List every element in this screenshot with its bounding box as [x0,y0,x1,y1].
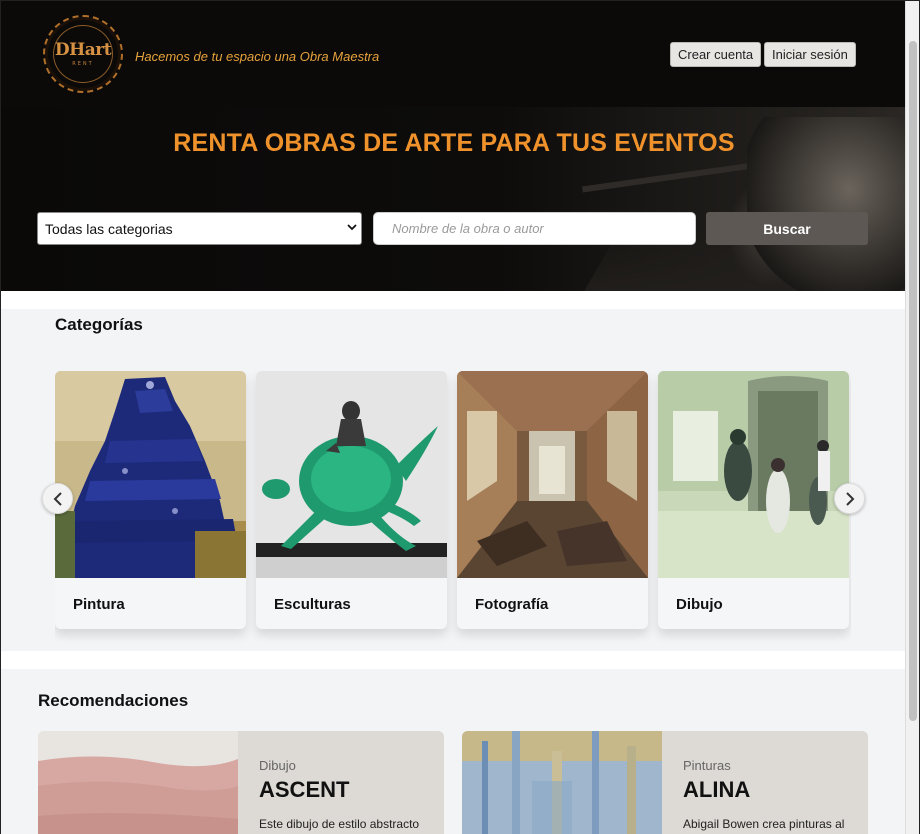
logo-subtext: RENT [72,60,94,67]
drawing-image [658,371,849,578]
categories-title: Categorías [55,315,143,334]
recommendation-card-ascent[interactable]: Dibujo ASCENT Este dibujo de estilo abst… [38,731,444,834]
category-label: Dibujo [676,596,723,613]
search-button[interactable]: Buscar [706,212,868,245]
photograph-image [457,371,648,578]
recommendation-card-alina[interactable]: Pinturas ALINA Abigail Bowen crea pintur… [462,731,868,834]
category-card-fotografia[interactable]: Fotografía [457,371,648,629]
logo-text: DHart [54,39,112,60]
artwork-name: ALINA [683,777,751,802]
artwork-image [462,731,662,834]
login-button[interactable]: Iniciar sesión [764,42,856,67]
categories-carousel: Pintura Esculturas Fotografía Dibujo [55,371,851,651]
artwork-category: Dibujo [259,758,296,773]
create-account-button[interactable]: Crear cuenta [670,42,762,67]
category-card-pintura[interactable]: Pintura [55,371,246,629]
top-header: DHart RENT Hacemos de tu espacio una Obr… [1,1,907,107]
artwork-name: ASCENT [259,777,350,802]
tagline: Hacemos de tu espacio una Obra Maestra [135,49,380,64]
hero-banner: RENTA OBRAS DE ARTE PARA TUS EVENTOS Tod… [1,107,907,291]
category-card-esculturas[interactable]: Esculturas [256,371,447,629]
search-input[interactable] [373,212,696,245]
dhart-logo[interactable]: DHart RENT [43,15,123,93]
artwork-category: Pinturas [683,758,731,773]
category-select-value: Todas las categorias [45,220,173,237]
category-label: Pintura [73,596,125,613]
category-card-dibujo[interactable]: Dibujo [658,371,849,629]
chevron-left-icon[interactable] [42,483,73,514]
page-scrollbar[interactable] [905,1,919,834]
painting-image [55,371,246,578]
artwork-image [38,731,238,834]
page: DHart RENT Hacemos de tu espacio una Obr… [0,0,920,834]
artwork-description: Abigail Bowen crea pinturas al [683,817,845,831]
recommendations-title: Recomendaciones [38,691,189,710]
recommendations-section: Recomendaciones Dibujo ASCENT Este dibuj… [1,669,907,834]
chevron-down-icon [347,222,357,235]
category-label: Fotografía [475,596,549,613]
category-label: Esculturas [274,596,351,613]
chevron-right-icon[interactable] [834,483,865,514]
category-select[interactable]: Todas las categorias [37,212,362,245]
scrollbar-thumb[interactable] [909,41,917,721]
sculpture-image [256,371,447,578]
hero-title: RENTA OBRAS DE ARTE PARA TUS EVENTOS [173,129,735,157]
categories-section: Categorías Pintura Esculturas Fotografía… [1,309,907,651]
artwork-description: Este dibujo de estilo abstracto [259,817,420,831]
